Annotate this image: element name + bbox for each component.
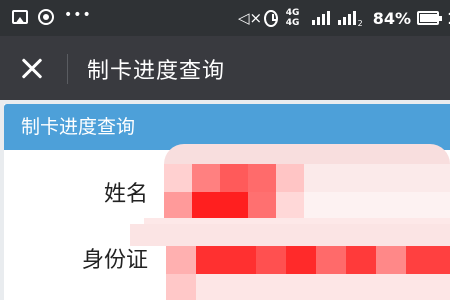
name-label: 姓名 xyxy=(104,182,149,207)
sim-slot-label: 2 xyxy=(357,19,363,28)
battery-percent: 84% xyxy=(372,8,412,28)
title-divider xyxy=(67,54,68,84)
network-type: 4G 4G xyxy=(285,8,300,28)
content-area: 制卡进度查询 姓名 身份证 xyxy=(0,100,450,300)
gallery-icon xyxy=(12,10,28,24)
battery-icon xyxy=(417,11,443,25)
signal-icon xyxy=(311,11,330,25)
signal-icon-sim2 xyxy=(337,11,356,25)
redaction-mosaic-id xyxy=(130,224,450,300)
redaction-mosaic-name xyxy=(144,144,450,224)
title-bar: 制卡进度查询 xyxy=(0,36,450,100)
status-bar: ••• ◁× 4G 4G 2 84% 1 xyxy=(0,0,450,36)
page-title: 制卡进度查询 xyxy=(87,59,226,84)
close-icon[interactable] xyxy=(14,51,50,87)
mute-icon: ◁× xyxy=(238,9,263,27)
more-notifications-icon: ••• xyxy=(64,7,92,23)
alarm-icon xyxy=(264,9,278,27)
record-icon xyxy=(38,9,54,25)
query-card: 制卡进度查询 姓名 身份证 xyxy=(4,104,450,300)
